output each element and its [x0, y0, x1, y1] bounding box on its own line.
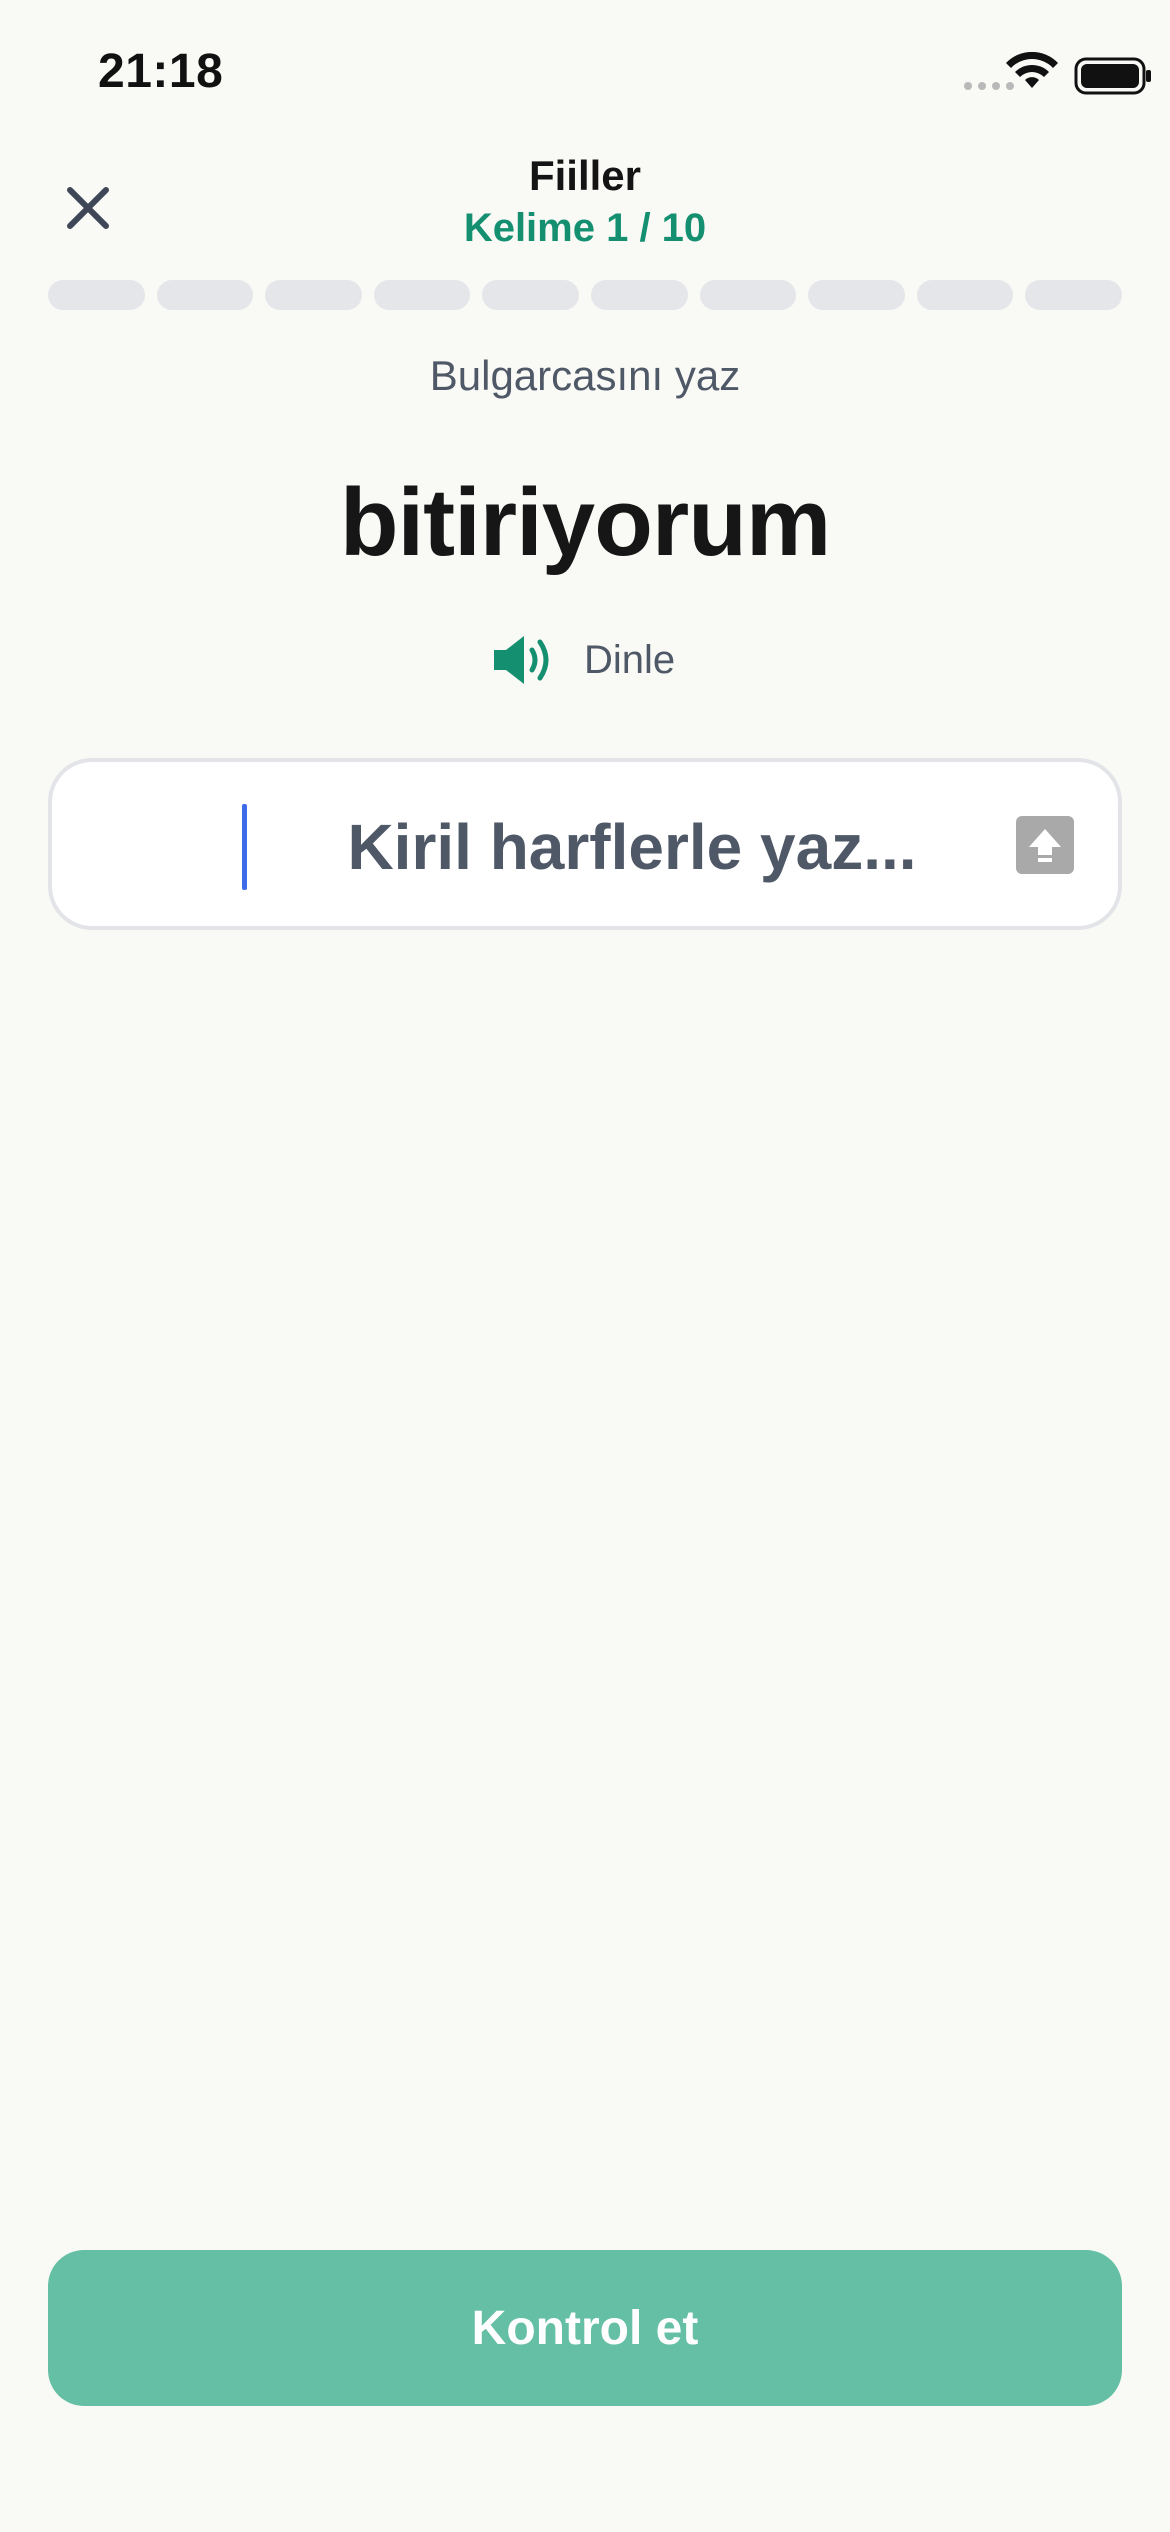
check-button[interactable]: Kontrol et	[48, 2250, 1122, 2406]
progress-segment	[590, 280, 688, 310]
battery-icon	[1074, 57, 1151, 95]
screen: 21:18 Fiiller Kelime 1 / 10 Bulgarcasını…	[0, 0, 1170, 2532]
progress-segment	[482, 280, 579, 310]
shift-button[interactable]	[1016, 816, 1074, 874]
progress-segment	[156, 280, 254, 310]
shift-icon	[1029, 829, 1061, 862]
progress-segment	[1025, 280, 1122, 310]
progress-bar	[48, 280, 1122, 310]
progress-segment	[373, 280, 471, 310]
answer-input[interactable]	[242, 802, 1022, 892]
speaker-icon	[494, 636, 549, 684]
progress-segment	[808, 280, 905, 310]
prompt-word: bitiriyorum	[339, 469, 831, 576]
lesson-title: Fiiller	[528, 152, 642, 199]
answer-field[interactable]	[48, 758, 1122, 930]
progress-segment	[916, 280, 1014, 310]
instruction-text: Bulgarcasını yaz	[429, 352, 741, 399]
check-button-label: Kontrol et	[471, 2301, 699, 2355]
progress-segment	[699, 280, 797, 310]
word-counter: Kelime 1 / 10	[463, 206, 707, 250]
progress-segment	[265, 280, 362, 310]
text-caret	[242, 804, 247, 890]
listen-label: Dinle	[584, 637, 676, 682]
progress-segment	[48, 280, 145, 310]
wifi-icon	[1006, 52, 1058, 88]
listen-button[interactable]: Dinle	[490, 630, 675, 690]
status-time: 21:18	[98, 45, 224, 98]
